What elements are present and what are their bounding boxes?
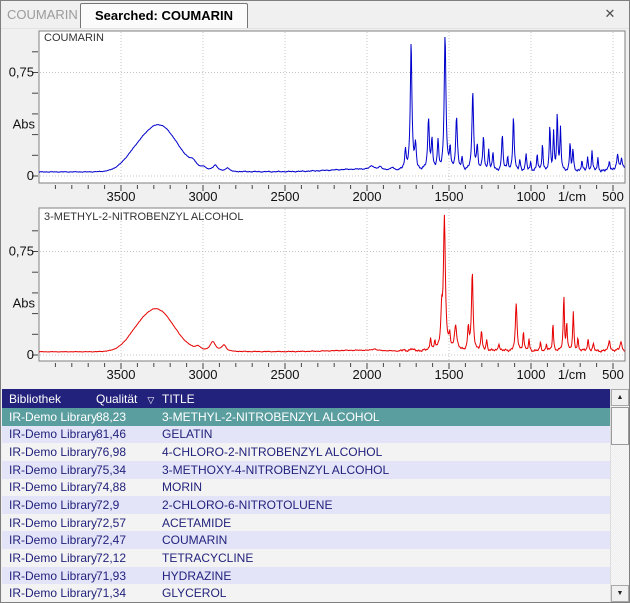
cell-library: IR-Demo Library xyxy=(2,569,90,583)
y-axis-title: Abs xyxy=(13,295,36,310)
table-row[interactable]: IR-Demo Library88,233-METHYL-2-NITROBENZ… xyxy=(2,408,610,426)
tab-searched-coumarin[interactable]: Searched: COUMARIN xyxy=(80,3,248,28)
app-window: COUMARIN Searched: COUMARIN ✕ 0,75 0 Abs 35… xyxy=(0,0,630,603)
table-row[interactable]: IR-Demo Library74,88MORIN xyxy=(2,479,610,497)
x-tick-label: 3500 xyxy=(107,189,136,204)
chart-title-coumarin: COUMARIN xyxy=(44,32,104,44)
table-scrollbar[interactable]: ▲ ▼ xyxy=(610,389,629,602)
arrow-down-icon: ▼ xyxy=(617,590,624,597)
cell-title: ACETAMIDE xyxy=(155,516,610,530)
cell-quality: 72,12 xyxy=(90,551,155,565)
spectrum-panel-match: 0,750Abs3500300025002000150010005001/cm … xyxy=(1,207,630,389)
search-results-table: BibliothekQualität▽TITLE IR-Demo Library… xyxy=(2,389,629,602)
x-tick-label: 2000 xyxy=(353,367,382,382)
table-row[interactable]: IR-Demo Library72,47COUMARIN xyxy=(2,531,610,549)
cell-title: COUMARIN xyxy=(155,533,610,547)
cell-title: 4-CHLORO-2-NITROBENZYL ALCOHOL xyxy=(155,445,610,459)
spectrum-plot-coumarin[interactable]: 0,75 0 Abs 3500 3000 2500 2000 1500 1000 500 1/cm xyxy=(1,29,630,207)
cell-library: IR-Demo Library xyxy=(2,410,90,424)
cell-quality: 71,34 xyxy=(90,586,155,600)
x-tick-label: 3000 xyxy=(189,367,218,382)
x-tick-label: 3500 xyxy=(107,367,136,382)
spectrum-plot-match[interactable]: 0,75 0 Abs 3500 3000 2500 2000 1500 1000 500 1/cm xyxy=(1,207,630,389)
scroll-down-button[interactable]: ▼ xyxy=(611,585,629,602)
cell-quality: 75,34 xyxy=(90,463,155,477)
table-row[interactable]: IR-Demo Library81,46GELATIN xyxy=(2,426,610,444)
cell-library: IR-Demo Library xyxy=(2,498,90,512)
x-tick-label: 1500 xyxy=(435,367,464,382)
table-row[interactable]: IR-Demo Library71,34GLYCEROL xyxy=(2,584,610,602)
table-row[interactable]: IR-Demo Library71,93HYDRAZINE xyxy=(2,567,610,585)
cell-library: IR-Demo Library xyxy=(2,533,90,547)
close-icon[interactable]: ✕ xyxy=(602,6,618,22)
cell-library: IR-Demo Library xyxy=(2,586,90,600)
cell-title: 2-CHLORO-6-NITROTOLUENE xyxy=(155,498,610,512)
scroll-up-button[interactable]: ▲ xyxy=(611,389,629,406)
tab-coumarin[interactable]: COUMARIN xyxy=(1,2,80,28)
x-tick-label: 1000 xyxy=(517,367,546,382)
cell-quality: 88,23 xyxy=(90,410,155,424)
y-tick-label: 0 xyxy=(27,168,34,183)
table-row[interactable]: IR-Demo Library72,57ACETAMIDE xyxy=(2,514,610,532)
cell-title: GELATIN xyxy=(155,427,610,441)
column-header-bibliothek[interactable]: Bibliothek xyxy=(2,392,90,406)
cell-quality: 71,93 xyxy=(90,569,155,583)
x-axis-unit: 1/cm xyxy=(558,189,586,204)
cell-title: GLYCEROL xyxy=(155,586,610,600)
x-tick-label: 1500 xyxy=(435,189,464,204)
x-tick-label: 2500 xyxy=(271,367,300,382)
x-tick-label: 500 xyxy=(602,367,624,382)
x-tick-label: 2500 xyxy=(271,189,300,204)
scrollbar-track[interactable] xyxy=(611,406,629,585)
cell-library: IR-Demo Library xyxy=(2,551,90,565)
chart-title-match: 3-METHYL-2-NITROBENZYL ALCOHOL xyxy=(44,211,243,223)
cell-quality: 76,98 xyxy=(90,445,155,459)
cell-library: IR-Demo Library xyxy=(2,463,90,477)
cell-title: 3-METHYL-2-NITROBENZYL ALCOHOL xyxy=(155,410,610,424)
y-axis-title: Abs xyxy=(13,116,36,131)
column-header-title[interactable]: TITLE xyxy=(155,392,610,406)
scrollbar-thumb[interactable] xyxy=(611,407,629,445)
cell-library: IR-Demo Library xyxy=(2,480,90,494)
table-content: BibliothekQualität▽TITLE IR-Demo Library… xyxy=(2,389,610,602)
cell-title: HYDRAZINE xyxy=(155,569,610,583)
table-row[interactable]: IR-Demo Library76,984-CHLORO-2-NITROBENZ… xyxy=(2,443,610,461)
table-header-row: BibliothekQualität▽TITLE xyxy=(2,389,610,408)
x-tick-label: 3000 xyxy=(189,189,218,204)
table-row[interactable]: IR-Demo Library72,12TETRACYCLINE xyxy=(2,549,610,567)
cell-quality: 72,9 xyxy=(90,498,155,512)
cell-quality: 72,57 xyxy=(90,516,155,530)
cell-title: 3-METHOXY-4-NITROBENZYL ALCOHOL xyxy=(155,463,610,477)
cell-library: IR-Demo Library xyxy=(2,445,90,459)
cell-title: TETRACYCLINE xyxy=(155,551,610,565)
table-row[interactable]: IR-Demo Library75,343-METHOXY-4-NITROBEN… xyxy=(2,461,610,479)
table-row[interactable]: IR-Demo Library72,92-CHLORO-6-NITROTOLUE… xyxy=(2,496,610,514)
cell-library: IR-Demo Library xyxy=(2,427,90,441)
cell-library: IR-Demo Library xyxy=(2,516,90,530)
cell-quality: 74,88 xyxy=(90,480,155,494)
sort-descending-icon[interactable]: ▽ xyxy=(147,395,154,405)
cell-quality: 81,46 xyxy=(90,427,155,441)
y-tick-label: 0 xyxy=(27,347,34,362)
y-tick-label: 0,75 xyxy=(9,244,34,259)
table-body: IR-Demo Library88,233-METHYL-2-NITROBENZ… xyxy=(2,408,610,602)
column-header-qualität[interactable]: Qualität▽ xyxy=(90,392,155,406)
y-tick-label: 0,75 xyxy=(9,65,34,80)
cell-quality: 72,47 xyxy=(90,533,155,547)
x-tick-label: 500 xyxy=(602,189,624,204)
tab-bar: COUMARIN Searched: COUMARIN ✕ xyxy=(1,1,629,29)
cell-title: MORIN xyxy=(155,480,610,494)
x-axis-unit: 1/cm xyxy=(558,367,586,382)
arrow-up-icon: ▲ xyxy=(617,394,624,401)
spectrum-panel-query: 0,750Abs3500300025002000150010005001/cm … xyxy=(1,29,630,207)
x-tick-label: 2000 xyxy=(353,189,382,204)
x-tick-label: 1000 xyxy=(517,189,546,204)
